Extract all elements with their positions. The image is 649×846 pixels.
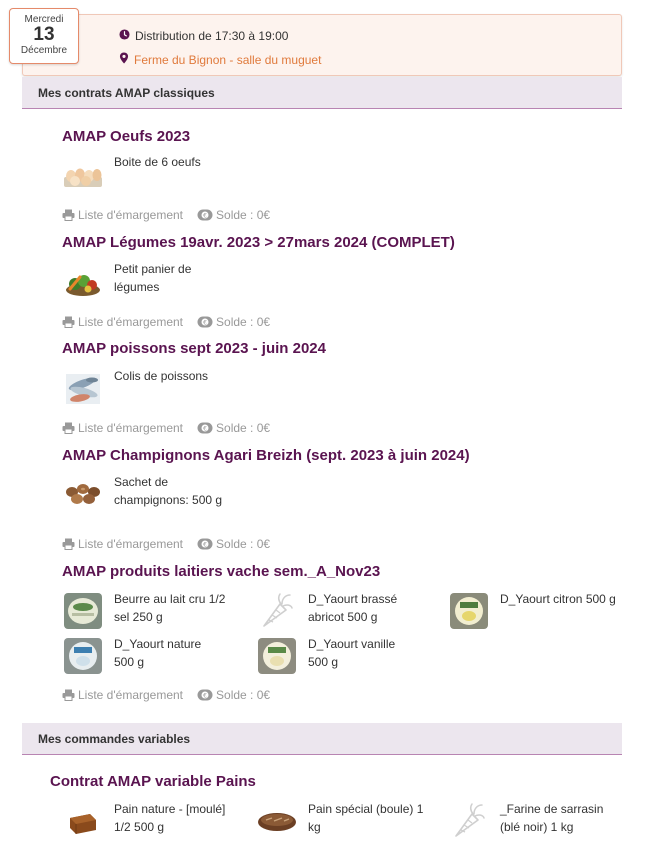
- carrot-placeholder-icon: [448, 802, 490, 840]
- balance: € Solde : 0€: [197, 537, 270, 551]
- product-item: D_Yaourt nature 500 g: [62, 635, 247, 675]
- contract-title[interactable]: AMAP Légumes 19avr. 2023 > 27mars 2024 (…: [62, 234, 455, 251]
- contract-title[interactable]: AMAP Oeufs 2023: [62, 128, 190, 145]
- section-variable-orders: Mes commandes variables: [22, 723, 622, 755]
- contract-footer: Liste d'émargement € Solde : 0€: [62, 537, 284, 551]
- svg-text:€: €: [203, 692, 207, 699]
- contract-footer: Liste d'émargement € Solde : 0€: [62, 421, 284, 435]
- balance: € Solde : 0€: [197, 315, 270, 329]
- printer-icon: [62, 422, 75, 434]
- contract-footer: Liste d'émargement € Solde : 0€: [62, 208, 284, 222]
- bread-boule-image: [256, 802, 298, 840]
- product-item: D_Yaourt brassé abricot 500 g: [256, 590, 446, 630]
- attendance-list-link[interactable]: Liste d'émargement: [62, 688, 183, 702]
- svg-text:€: €: [203, 212, 207, 219]
- yogurt-vanilla-image: [256, 637, 298, 675]
- balance: € Solde : 0€: [197, 208, 270, 222]
- fish-image: [62, 369, 104, 407]
- eggs-image: [62, 155, 104, 193]
- product-item: Petit panier de légumes: [62, 260, 252, 300]
- money-icon: €: [197, 689, 213, 701]
- product-item: Beurre au lait cru 1/2 sel 250 g: [62, 590, 247, 630]
- balance: € Solde : 0€: [197, 688, 270, 702]
- clock-icon: [119, 29, 130, 43]
- printer-icon: [62, 316, 75, 328]
- attendance-list-link[interactable]: Liste d'émargement: [62, 537, 183, 551]
- contract-title[interactable]: AMAP produits laitiers vache sem._A_Nov2…: [62, 563, 380, 580]
- attendance-list-link[interactable]: Liste d'émargement: [62, 315, 183, 329]
- section-classic-contracts: Mes contrats AMAP classiques: [22, 77, 622, 109]
- svg-text:€: €: [203, 319, 207, 326]
- printer-icon: [62, 689, 75, 701]
- vegetables-image: [62, 262, 104, 300]
- printer-icon: [62, 209, 75, 221]
- bread-loaf-image: [62, 802, 104, 840]
- variable-contract-title[interactable]: Contrat AMAP variable Pains: [50, 773, 256, 790]
- money-icon: €: [197, 316, 213, 328]
- product-item: Colis de poissons: [62, 367, 252, 407]
- yogurt-nature-image: [62, 637, 104, 675]
- attendance-list-link[interactable]: Liste d'émargement: [62, 208, 183, 222]
- date-badge: Mercredi 13 Décembre: [9, 8, 79, 64]
- mushrooms-image: [62, 475, 104, 513]
- map-marker-icon: [119, 52, 129, 67]
- balance: € Solde : 0€: [197, 421, 270, 435]
- contract-title[interactable]: AMAP poissons sept 2023 - juin 2024: [62, 340, 326, 357]
- attendance-list-link[interactable]: Liste d'émargement: [62, 421, 183, 435]
- money-icon: €: [197, 538, 213, 550]
- date-month: Décembre: [20, 45, 68, 56]
- product-item: D_Yaourt vanille 500 g: [256, 635, 446, 675]
- product-item: D_Yaourt citron 500 g: [448, 590, 623, 630]
- product-item: _Farine de sarrasin (blé noir) 1 kg: [448, 800, 623, 840]
- contract-footer: Liste d'émargement € Solde : 0€: [62, 315, 284, 329]
- printer-icon: [62, 538, 75, 550]
- butter-image: [62, 592, 104, 630]
- distribution-time: Distribution de 17:30 à 19:00: [119, 29, 288, 43]
- money-icon: €: [197, 422, 213, 434]
- product-item: Sachet de champignons: 500 g: [62, 473, 252, 513]
- distribution-card: Distribution de 17:30 à 19:00 Ferme du B…: [22, 14, 622, 76]
- product-item: Pain nature - [moulé] 1/2 500 g: [62, 800, 247, 840]
- carrot-placeholder-icon: [256, 592, 298, 630]
- yogurt-lemon-image: [448, 592, 490, 630]
- svg-text:€: €: [203, 541, 207, 548]
- distribution-place[interactable]: Ferme du Bignon - salle du muguet: [119, 52, 321, 67]
- contract-title[interactable]: AMAP Champignons Agari Breizh (sept. 202…: [62, 447, 470, 464]
- contract-footer: Liste d'émargement € Solde : 0€: [62, 688, 284, 702]
- money-icon: €: [197, 209, 213, 221]
- product-item: Pain spécial (boule) 1 kg: [256, 800, 446, 840]
- svg-text:€: €: [203, 425, 207, 432]
- product-item: Boite de 6 oeufs: [62, 153, 252, 193]
- date-day: 13: [33, 24, 55, 45]
